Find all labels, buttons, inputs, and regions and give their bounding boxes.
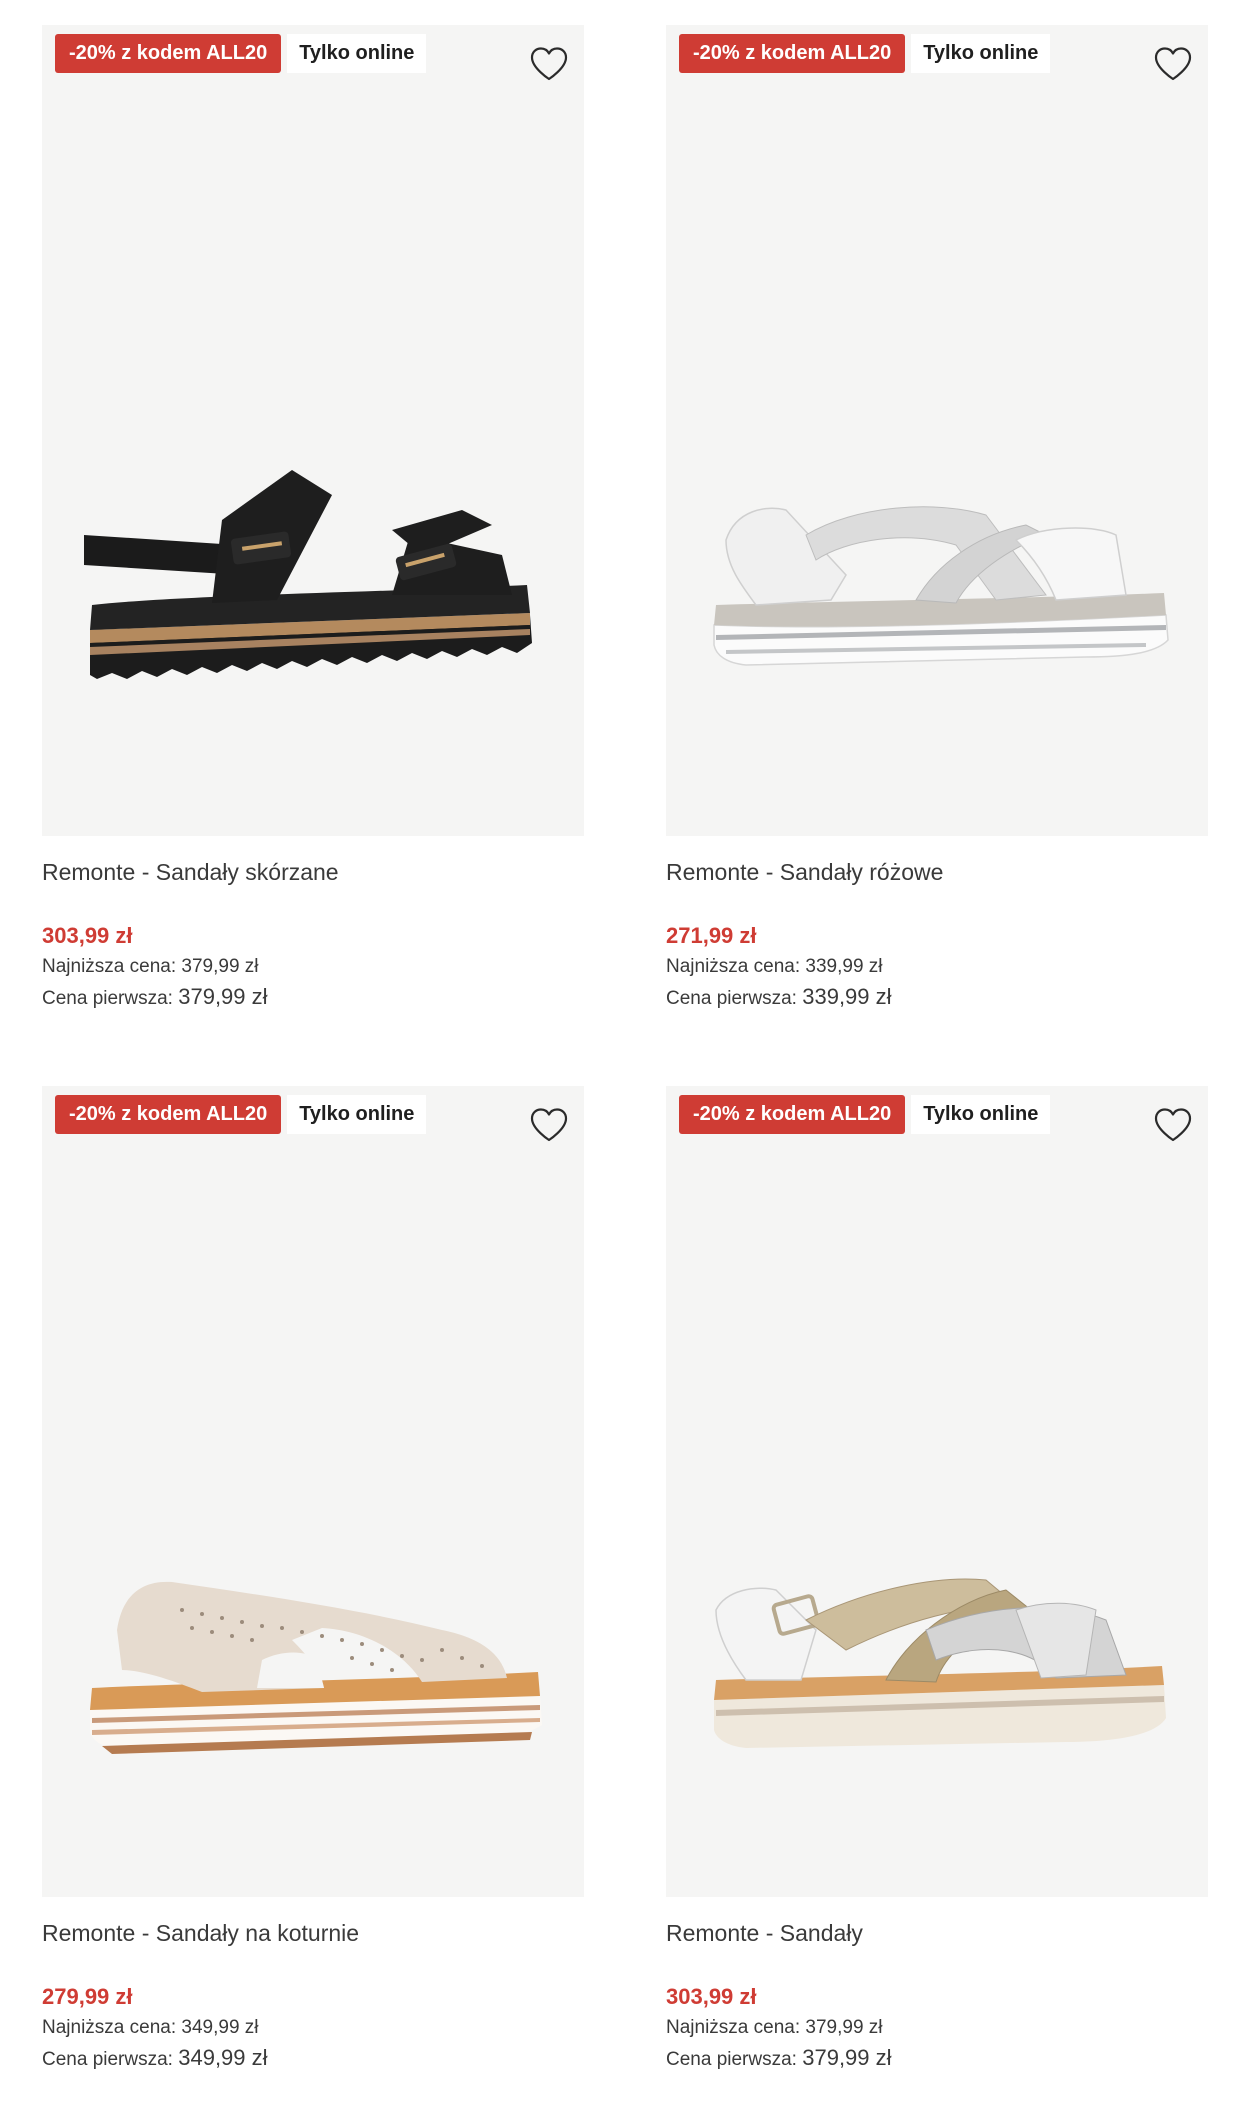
product-image[interactable]: -20% z kodem ALL20 Tylko online bbox=[666, 1086, 1208, 1897]
lowest-price-label: Najniższa cena: bbox=[666, 2017, 801, 2038]
product-title[interactable]: Remonte - Sandały różowe bbox=[666, 852, 1208, 892]
heart-icon[interactable] bbox=[1153, 1106, 1193, 1144]
first-price-label: Cena pierwsza: bbox=[666, 2049, 797, 2070]
product-card[interactable]: -20% z kodem ALL20 Tylko online Remonte … bbox=[666, 25, 1208, 1012]
lowest-price-value: 339,99 zł bbox=[805, 956, 883, 977]
lowest-price-label: Najniższa cena: bbox=[42, 2017, 177, 2038]
heart-icon[interactable] bbox=[529, 45, 569, 83]
product-title[interactable]: Remonte - Sandały bbox=[666, 1913, 1208, 1953]
product-title[interactable]: Remonte - Sandały skórzane bbox=[42, 852, 584, 892]
first-price-value: 379,99 zł bbox=[802, 2045, 892, 2070]
first-price-value: 339,99 zł bbox=[802, 984, 892, 1009]
lowest-price-value: 379,99 zł bbox=[181, 956, 259, 977]
first-price-row: Cena pierwsza: 379,99 zł bbox=[666, 2043, 1208, 2073]
product-grid: -20% z kodem ALL20 Tylko online Remonte … bbox=[0, 0, 1250, 2123]
online-only-badge: Tylko online bbox=[287, 1095, 427, 1134]
promo-badge: -20% z kodem ALL20 bbox=[55, 1095, 282, 1134]
beige-knit-sandal-image bbox=[90, 1581, 542, 1754]
lowest-price-label: Najniższa cena: bbox=[42, 956, 177, 977]
product-image[interactable]: -20% z kodem ALL20 Tylko online bbox=[42, 1086, 584, 1897]
white-crossed-sandal-image bbox=[713, 506, 1169, 666]
lowest-price-value: 379,99 zł bbox=[805, 2017, 883, 2038]
first-price-value: 379,99 zł bbox=[178, 984, 268, 1009]
lowest-price-value: 349,99 zł bbox=[181, 2017, 259, 2038]
product-price: 303,99 zł bbox=[42, 923, 133, 948]
product-price: 271,99 zł bbox=[666, 923, 757, 948]
product-image[interactable]: -20% z kodem ALL20 Tylko online bbox=[42, 25, 584, 836]
promo-badge: -20% z kodem ALL20 bbox=[55, 34, 282, 73]
first-price-row: Cena pierwsza: 339,99 zł bbox=[666, 982, 1208, 1012]
badges: -20% z kodem ALL20 Tylko online bbox=[679, 34, 1051, 73]
first-price-label: Cena pierwsza: bbox=[666, 988, 797, 1009]
first-price-row: Cena pierwsza: 349,99 zł bbox=[42, 2043, 584, 2073]
lowest-price-label: Najniższa cena: bbox=[666, 956, 801, 977]
heart-icon[interactable] bbox=[529, 1106, 569, 1144]
product-image[interactable]: -20% z kodem ALL20 Tylko online bbox=[666, 25, 1208, 836]
first-price-value: 349,99 zł bbox=[178, 2045, 268, 2070]
product-card[interactable]: -20% z kodem ALL20 Tylko online Remonte … bbox=[666, 1086, 1208, 2073]
lowest-price-row: Najniższa cena: 339,99 zł bbox=[666, 952, 1208, 982]
lowest-price-row: Najniższa cena: 349,99 zł bbox=[42, 2013, 584, 2043]
lowest-price-row: Najniższa cena: 379,99 zł bbox=[42, 952, 584, 982]
online-only-badge: Tylko online bbox=[287, 34, 427, 73]
promo-badge: -20% z kodem ALL20 bbox=[679, 34, 906, 73]
product-card[interactable]: -20% z kodem ALL20 Tylko online Remonte … bbox=[42, 1086, 584, 2073]
black-leather-sandal-image bbox=[84, 470, 532, 679]
promo-badge: -20% z kodem ALL20 bbox=[679, 1095, 906, 1134]
product-price: 279,99 zł bbox=[42, 1984, 133, 2009]
product-price: 303,99 zł bbox=[666, 1984, 757, 2009]
first-price-label: Cena pierwsza: bbox=[42, 2049, 173, 2070]
online-only-badge: Tylko online bbox=[911, 1095, 1051, 1134]
heart-icon[interactable] bbox=[1153, 45, 1193, 83]
lowest-price-row: Najniższa cena: 379,99 zł bbox=[666, 2013, 1208, 2043]
badges: -20% z kodem ALL20 Tylko online bbox=[55, 1095, 427, 1134]
first-price-label: Cena pierwsza: bbox=[42, 988, 173, 1009]
first-price-row: Cena pierwsza: 379,99 zł bbox=[42, 982, 584, 1012]
badges: -20% z kodem ALL20 Tylko online bbox=[55, 34, 427, 73]
badges: -20% z kodem ALL20 Tylko online bbox=[679, 1095, 1051, 1134]
metallic-strap-sandal-image bbox=[714, 1578, 1166, 1748]
product-title[interactable]: Remonte - Sandały na koturnie bbox=[42, 1913, 584, 1953]
online-only-badge: Tylko online bbox=[911, 34, 1051, 73]
product-card[interactable]: -20% z kodem ALL20 Tylko online Remonte … bbox=[42, 25, 584, 1012]
